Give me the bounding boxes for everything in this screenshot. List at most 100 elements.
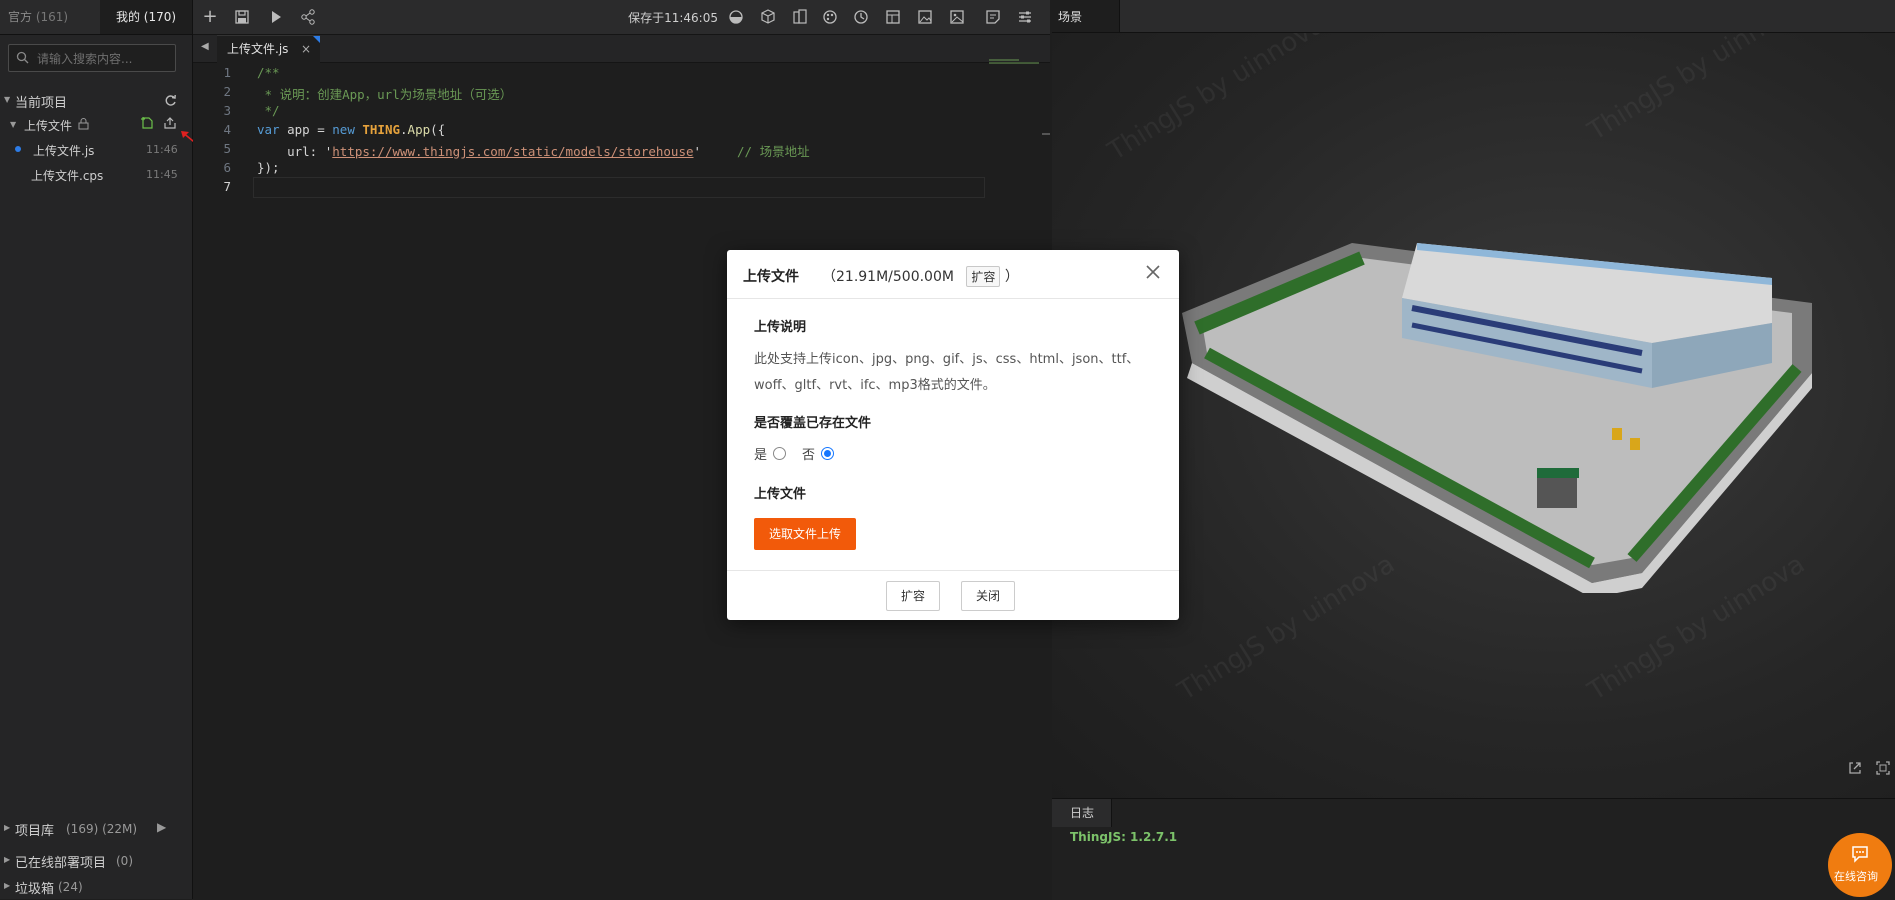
close-tab-icon[interactable]: ×: [301, 36, 311, 63]
cube-icon[interactable]: [759, 8, 777, 26]
settings-sliders-icon[interactable]: [1016, 8, 1034, 26]
line-number: 3: [223, 103, 231, 118]
tab-scroll-left-icon[interactable]: ◀: [201, 41, 209, 52]
log-panel: 日志 ThingJS: 1.2.7.1: [1052, 798, 1895, 900]
project-library-label: 项目库: [15, 824, 55, 839]
picture-icon[interactable]: [948, 8, 966, 26]
code-line: });: [257, 160, 280, 175]
caret-down-icon: ▼: [4, 95, 11, 104]
dialog-header: 上传文件 （21.91M/500.00M 扩容 ）: [727, 250, 1179, 299]
building-icon[interactable]: [791, 8, 809, 26]
minimap[interactable]: [989, 57, 1045, 67]
run-icon[interactable]: [267, 8, 285, 26]
overwrite-radio-group: 是 否: [754, 444, 835, 463]
deployed-projects-count: (0): [116, 854, 133, 868]
folder-row[interactable]: ▼ 上传文件: [10, 117, 185, 133]
upload-description-heading: 上传说明: [754, 320, 807, 335]
code-text: url: ': [257, 144, 333, 159]
radio-yes-label: 是: [754, 448, 768, 463]
line-number: 1: [223, 65, 231, 80]
tab-label: 上传文件.js: [227, 42, 289, 56]
code-line: /**: [257, 65, 280, 80]
editor-toolbar: + 保存于11:46:05: [193, 0, 1050, 35]
expand-small-button[interactable]: 扩容: [966, 266, 1001, 287]
scene-header: 场景: [1052, 0, 1895, 33]
quota-close-paren: ）: [1004, 269, 1019, 285]
code-line: url: 'https://www.thingjs.com/static/mod…: [257, 141, 810, 160]
deployed-projects-label: 已在线部署项目: [15, 856, 107, 871]
online-consult-button[interactable]: 在线咨询: [1828, 833, 1892, 897]
caret-right-icon: ▶: [4, 881, 11, 890]
file-time: 11:45: [146, 168, 178, 181]
warehouse-model-image: [1182, 243, 1812, 593]
trash-row[interactable]: ▶ 垃圾箱 (24): [4, 878, 184, 897]
overwrite-heading: 是否覆盖已存在文件: [754, 416, 872, 431]
project-sidebar: 官方 (161) 我的 (170) ▼ 当前项目 ▼ 上传文件: [0, 0, 205, 899]
modified-marker-icon: [313, 36, 320, 43]
radio-no[interactable]: [821, 447, 835, 460]
radio-no-label: 否: [802, 448, 816, 463]
refresh-icon[interactable]: [164, 94, 177, 107]
radio-yes[interactable]: [773, 447, 787, 460]
half-circle-icon[interactable]: [727, 8, 745, 26]
tab-official-count: (161): [35, 10, 69, 24]
close-icon[interactable]: [1145, 264, 1161, 280]
close-button[interactable]: 关闭: [961, 581, 1016, 611]
search-input[interactable]: [35, 45, 169, 73]
image-icon[interactable]: [916, 8, 934, 26]
dialog-footer: 扩容 关闭: [727, 570, 1179, 621]
tab-mine[interactable]: 我的 (170): [100, 0, 192, 34]
tab-official[interactable]: 官方 (161): [0, 0, 100, 34]
project-library-row[interactable]: ▶ 项目库 (169) (22M) ▶: [4, 820, 184, 839]
upload-icon[interactable]: [163, 116, 177, 130]
code-text: ({: [430, 122, 446, 137]
line-number: 2: [223, 84, 231, 99]
caret-down-icon: ▼: [10, 120, 17, 129]
code-text: .: [400, 122, 408, 137]
lock-icon: [78, 118, 89, 130]
tab-log[interactable]: 日志: [1052, 799, 1112, 827]
code-line: */: [257, 103, 280, 118]
play-icon[interactable]: ▶: [157, 820, 166, 834]
storage-quota: （21.91M/500.00M 扩容 ）: [822, 266, 1019, 287]
folder-label: 上传文件: [24, 119, 73, 133]
new-file-icon[interactable]: [140, 116, 154, 130]
notes-icon[interactable]: [984, 8, 1002, 26]
tab-mine-count: (170): [143, 10, 177, 24]
trash-count: (24): [58, 880, 83, 894]
log-line: ThingJS: 1.2.7.1: [1070, 830, 1178, 844]
select-file-upload-button[interactable]: 选取文件上传: [754, 518, 856, 550]
scrollbar-marker[interactable]: [1042, 133, 1050, 135]
chat-icon: [1852, 846, 1868, 863]
current-project-label: 当前项目: [15, 96, 68, 111]
search-icon: [16, 51, 29, 64]
line-number: 4: [223, 122, 231, 137]
share-icon[interactable]: [299, 8, 317, 26]
current-project-header[interactable]: ▼ 当前项目: [4, 92, 184, 111]
external-link-icon[interactable]: [1847, 760, 1863, 776]
save-icon[interactable]: [233, 8, 251, 26]
dialog-title: 上传文件: [743, 269, 799, 285]
palette-icon[interactable]: [821, 8, 839, 26]
caret-right-icon: ▶: [4, 823, 11, 832]
deployed-projects-row[interactable]: ▶ 已在线部署项目 (0): [4, 852, 184, 871]
fullscreen-icon[interactable]: [1875, 760, 1891, 776]
caret-right-icon: ▶: [4, 855, 11, 864]
file-item[interactable]: 上传文件.cps 11:45: [0, 165, 191, 185]
tab-scene[interactable]: 场景: [1052, 0, 1120, 32]
search-box: [8, 44, 176, 73]
quota-text: （21.91M/500.00M: [822, 269, 954, 285]
upload-file-heading: 上传文件: [754, 487, 807, 502]
expand-button[interactable]: 扩容: [886, 581, 941, 611]
code-text: app =: [279, 122, 333, 137]
line-number: 5: [223, 141, 231, 156]
clock-icon[interactable]: [852, 8, 870, 26]
tab-upload-js[interactable]: 上传文件.js ×: [217, 35, 320, 63]
file-item[interactable]: 上传文件.js 11:46: [0, 140, 191, 160]
add-icon[interactable]: +: [201, 8, 219, 26]
layout-icon[interactable]: [884, 8, 902, 26]
file-time: 11:46: [146, 143, 178, 156]
line-number: 6: [223, 160, 231, 175]
file-name: 上传文件.cps: [31, 169, 104, 183]
code-string-link[interactable]: https://www.thingjs.com/static/models/st…: [332, 144, 693, 159]
